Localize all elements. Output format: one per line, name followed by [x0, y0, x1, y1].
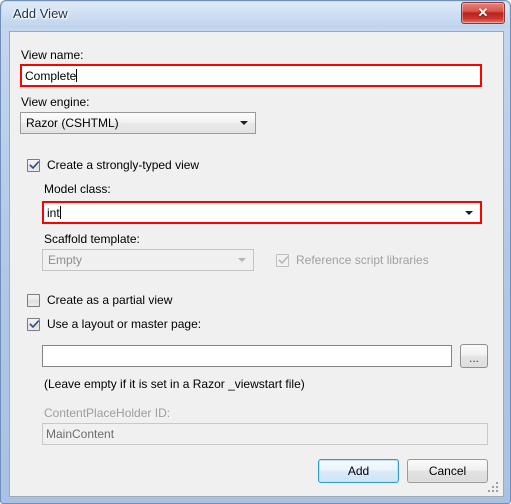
model-class-label: Model class: [44, 182, 111, 196]
chevron-down-icon[interactable] [465, 210, 473, 215]
scaffold-template-value: Empty [48, 253, 83, 267]
checkbox-box [27, 293, 40, 307]
chevron-down-icon [240, 121, 248, 125]
checkbox-box [27, 158, 40, 172]
view-name-input[interactable]: Complete [20, 64, 482, 87]
layout-hint-text: (Leave empty if it is set in a Razor _vi… [44, 377, 305, 391]
add-button-label: Add [347, 464, 370, 478]
browse-button-label: ... [468, 351, 479, 365]
view-engine-select[interactable]: Razor (CSHTML) [20, 112, 256, 134]
checkbox-box [27, 317, 40, 331]
layout-path-input[interactable] [42, 345, 452, 367]
strongly-typed-label: Create a strongly-typed view [47, 158, 200, 172]
checkbox-box [276, 253, 289, 267]
add-view-dialog-window: Add View ✕ View name: Complete View engi… [0, 0, 511, 504]
text-caret [59, 206, 61, 219]
titlebar[interactable]: Add View ✕ [1, 1, 511, 29]
check-icon [278, 255, 289, 266]
layout-page-checkbox[interactable]: Use a layout or master page: [27, 317, 201, 331]
strongly-typed-checkbox[interactable]: Create a strongly-typed view [27, 158, 199, 172]
partial-view-checkbox[interactable]: Create as a partial view [27, 293, 172, 307]
view-engine-value: Razor (CSHTML) [26, 116, 119, 130]
close-icon: ✕ [477, 5, 489, 20]
scaffold-template-label: Scaffold template: [44, 232, 140, 246]
content-placeholder-label: ContentPlaceHolder ID: [44, 406, 171, 420]
scaffold-template-select: Empty [42, 249, 254, 271]
layout-page-label: Use a layout or master page: [47, 317, 202, 331]
text-caret [76, 69, 78, 82]
view-name-value: Complete [25, 69, 77, 83]
cancel-button[interactable]: Cancel [407, 459, 488, 483]
resize-grip[interactable] [488, 482, 500, 494]
check-icon [29, 319, 40, 330]
browse-button[interactable]: ... [460, 344, 488, 368]
chevron-down-icon [238, 258, 246, 262]
content-placeholder-value: MainContent [46, 427, 115, 441]
add-button[interactable]: Add [318, 459, 399, 483]
content-placeholder-input: MainContent [42, 423, 488, 445]
check-icon [29, 160, 40, 171]
reference-script-label: Reference script libraries [296, 253, 429, 267]
model-class-combobox[interactable]: int [42, 201, 482, 224]
close-button[interactable]: ✕ [461, 2, 505, 24]
view-name-label: View name: [21, 48, 84, 62]
reference-script-libraries-checkbox: Reference script libraries [276, 253, 429, 267]
partial-view-label: Create as a partial view [47, 293, 173, 307]
window-title: Add View [13, 6, 68, 21]
model-class-value: int [47, 206, 60, 220]
view-engine-label: View engine: [21, 95, 90, 109]
dialog-client-area: View name: Complete View engine: Razor (… [9, 31, 504, 497]
cancel-button-label: Cancel [428, 464, 467, 478]
